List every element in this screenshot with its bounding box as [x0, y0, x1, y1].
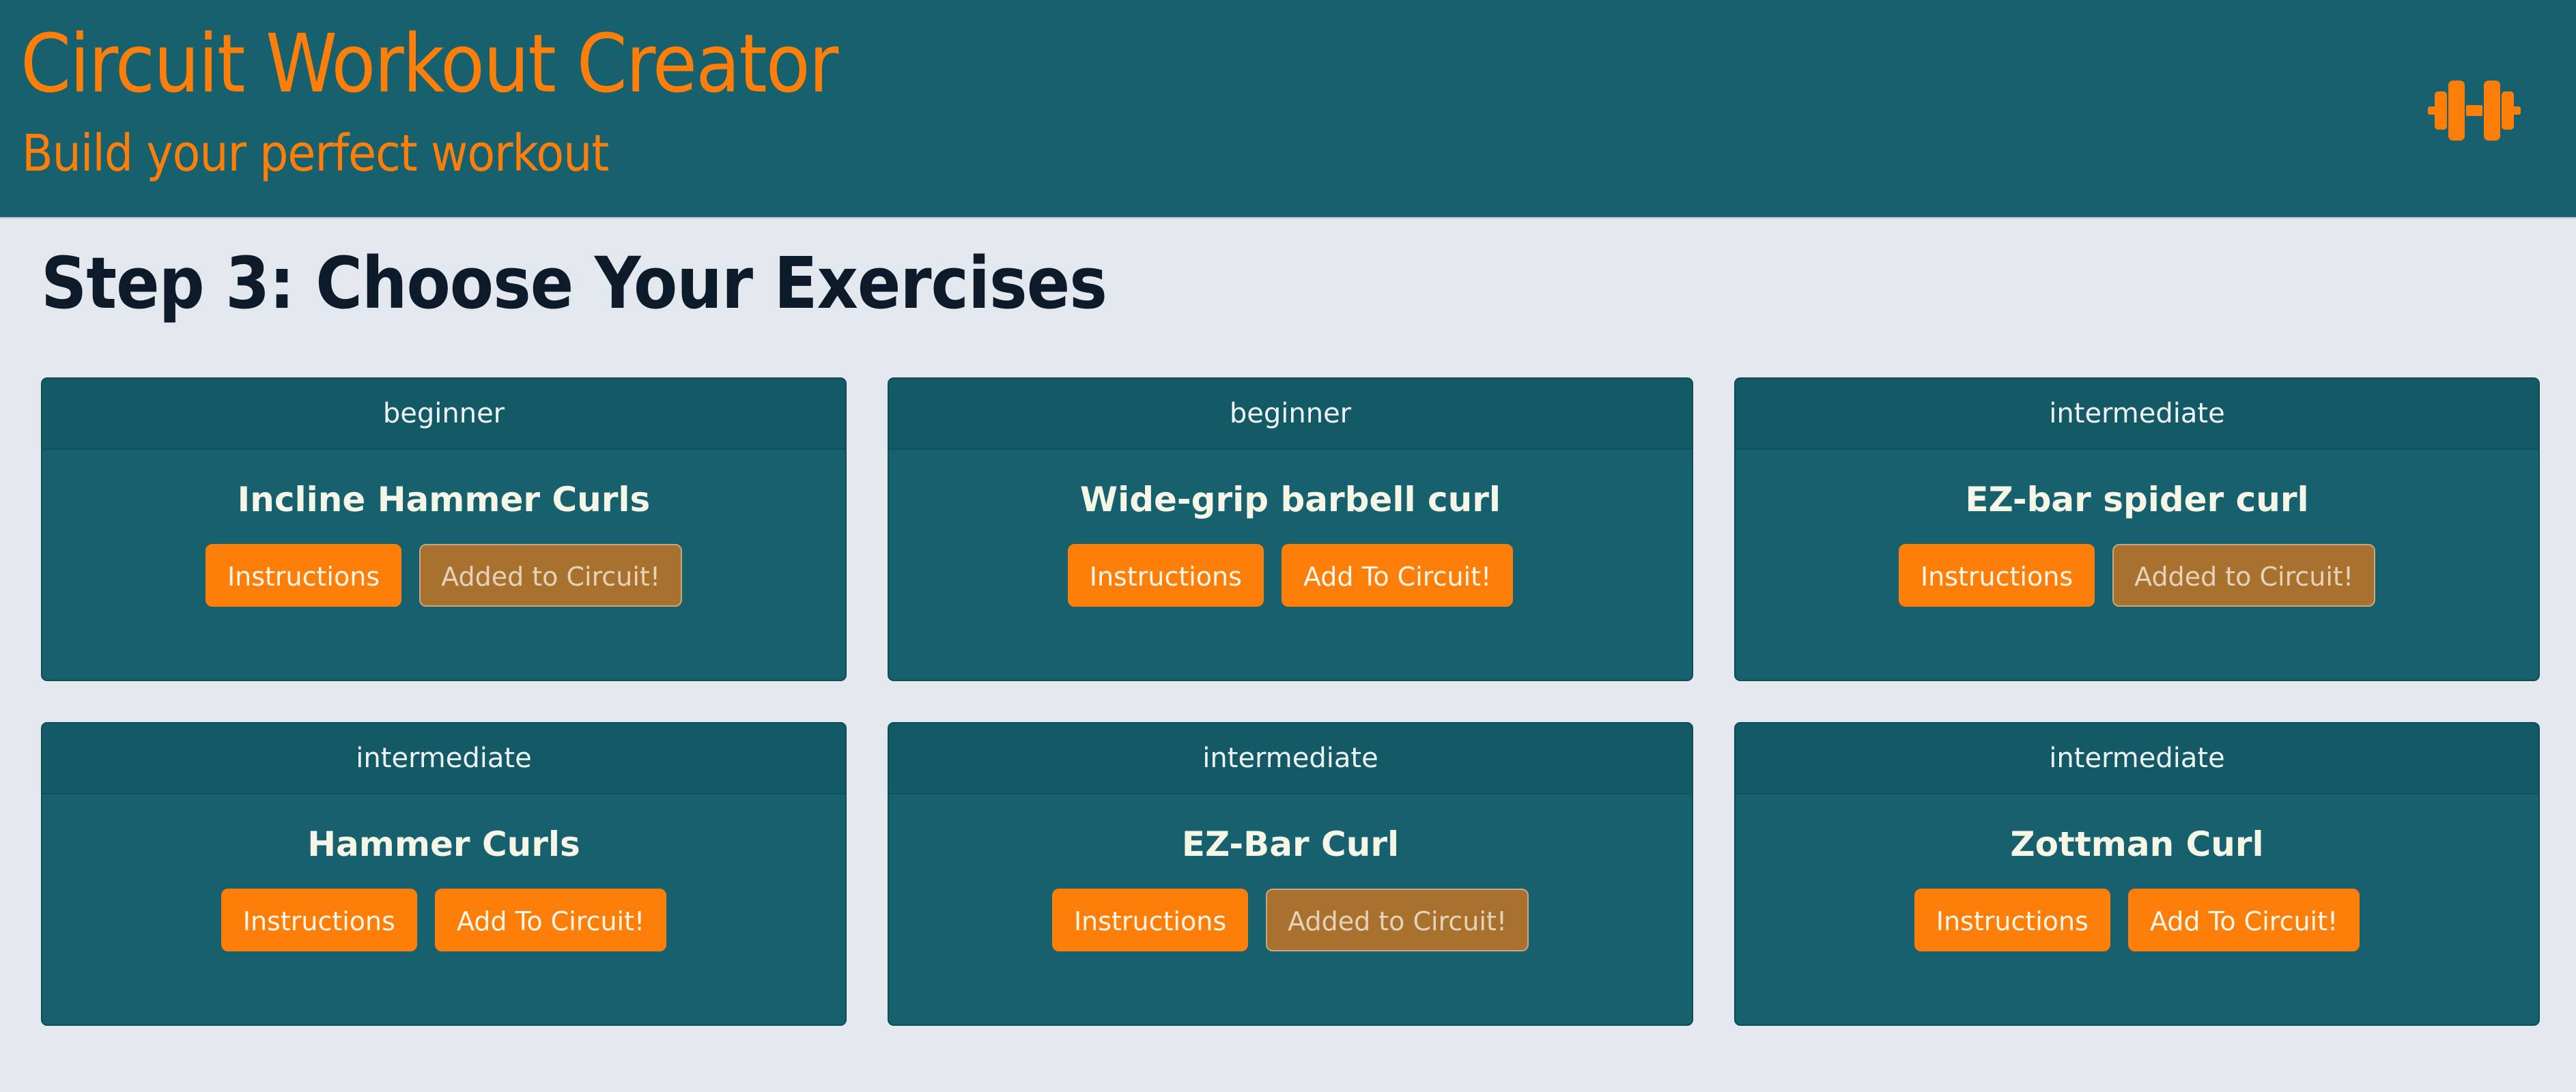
- card-actions: Instructions Added to Circuit!: [42, 544, 845, 607]
- instructions-button[interactable]: Instructions: [1067, 544, 1264, 607]
- step-title: Step 3: Choose Your Exercises: [41, 242, 1107, 325]
- exercise-name: EZ-Bar Curl: [1181, 824, 1400, 864]
- card-body: Hammer Curls Instructions Add To Circuit…: [42, 794, 845, 951]
- instructions-button[interactable]: Instructions: [1051, 889, 1249, 951]
- card-actions: Instructions Added to Circuit!: [1736, 544, 2538, 607]
- exercise-name: Hammer Curls: [307, 824, 580, 864]
- exercise-card: intermediate Hammer Curls Instructions A…: [41, 722, 847, 1026]
- card-body: EZ-bar spider curl Instructions Added to…: [1736, 450, 2538, 607]
- instructions-button[interactable]: Instructions: [1914, 889, 2110, 951]
- instructions-button[interactable]: Instructions: [1898, 544, 2095, 607]
- app-subtitle: Build your perfect workout: [22, 124, 609, 183]
- exercise-name: Wide-grip barbell curl: [1079, 480, 1501, 519]
- card-actions: Instructions Added to Circuit!: [889, 889, 1692, 951]
- difficulty-label: beginner: [889, 379, 1692, 450]
- card-actions: Instructions Add To Circuit!: [42, 889, 845, 951]
- exercise-grid: beginner Incline Hammer Curls Instructio…: [41, 377, 2540, 1026]
- dumbbell-icon: [2428, 81, 2521, 141]
- add-to-circuit-button[interactable]: Add To Circuit!: [2127, 889, 2360, 951]
- card-body: EZ-Bar Curl Instructions Added to Circui…: [889, 794, 1692, 951]
- difficulty-label: intermediate: [42, 723, 845, 794]
- add-to-circuit-button[interactable]: Add To Circuit!: [434, 889, 667, 951]
- difficulty-label: beginner: [42, 379, 845, 450]
- app-title: Circuit Workout Creator: [20, 16, 838, 111]
- card-body: Wide-grip barbell curl Instructions Add …: [889, 450, 1692, 607]
- exercise-name: Zottman Curl: [2010, 824, 2264, 864]
- instructions-button[interactable]: Instructions: [205, 544, 402, 607]
- exercise-card: beginner Wide-grip barbell curl Instruct…: [888, 377, 1693, 681]
- added-to-circuit-button[interactable]: Added to Circuit!: [2112, 544, 2376, 607]
- difficulty-label: intermediate: [1736, 379, 2538, 450]
- added-to-circuit-button[interactable]: Added to Circuit!: [419, 544, 683, 607]
- added-to-circuit-button[interactable]: Added to Circuit!: [1266, 889, 1529, 951]
- card-actions: Instructions Add To Circuit!: [889, 544, 1692, 607]
- exercise-name: EZ-bar spider curl: [1965, 480, 2309, 519]
- app-header: Circuit Workout Creator Build your perfe…: [0, 0, 2576, 218]
- difficulty-label: intermediate: [1736, 723, 2538, 794]
- card-actions: Instructions Add To Circuit!: [1736, 889, 2538, 951]
- card-body: Zottman Curl Instructions Add To Circuit…: [1736, 794, 2538, 951]
- exercise-name: Incline Hammer Curls: [237, 480, 651, 519]
- exercise-card: intermediate Zottman Curl Instructions A…: [1734, 722, 2540, 1026]
- exercise-card: intermediate EZ-Bar Curl Instructions Ad…: [888, 722, 1693, 1026]
- exercise-card: beginner Incline Hammer Curls Instructio…: [41, 377, 847, 681]
- exercise-card: intermediate EZ-bar spider curl Instruct…: [1734, 377, 2540, 681]
- difficulty-label: intermediate: [889, 723, 1692, 794]
- card-body: Incline Hammer Curls Instructions Added …: [42, 450, 845, 607]
- instructions-button[interactable]: Instructions: [221, 889, 417, 951]
- add-to-circuit-button[interactable]: Add To Circuit!: [1281, 544, 1514, 607]
